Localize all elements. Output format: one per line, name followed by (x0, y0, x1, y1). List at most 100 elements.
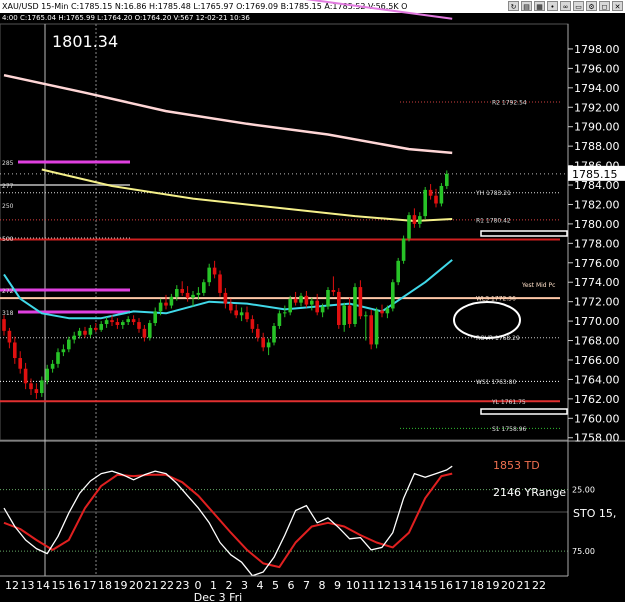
time-tick-label: 8 (319, 579, 326, 592)
time-tick-label: 21 (517, 579, 531, 592)
candle-body (380, 310, 384, 314)
candle-body (83, 330, 87, 335)
candle-body (126, 319, 130, 323)
time-tick-label: 17 (83, 579, 97, 592)
candle-body (239, 312, 244, 316)
stochastic-panel: 25.00 75.00 STO 15, 1853 TD 2146 YRange (0, 459, 616, 577)
candle-body (418, 216, 422, 224)
magenta-sma-line (305, 0, 453, 20)
price-tick-label: 1762.00 (574, 393, 620, 406)
price-tick-label: 1790.00 (574, 121, 620, 134)
time-tick-label: 15 (52, 579, 66, 592)
candle-body (23, 368, 28, 384)
time-tick-label: 16 (67, 579, 81, 592)
candle-body (34, 389, 39, 394)
candle-body (99, 324, 103, 330)
candle-body (266, 342, 271, 348)
td-label: 1853 TD (493, 459, 540, 472)
candle-body (110, 320, 114, 323)
time-tick-label: 16 (439, 579, 453, 592)
candle-body (77, 330, 82, 336)
time-tick-label: 19 (114, 579, 128, 592)
time-tick-label: 7 (303, 579, 310, 592)
candle-body (175, 289, 179, 297)
stoch-label: STO 15, (573, 507, 616, 520)
candle-body (67, 339, 71, 350)
time-tick-label: 10 (346, 579, 360, 592)
price-tick-label: 1776.00 (574, 257, 620, 270)
price-tick-label: 1796.00 (574, 62, 620, 75)
rovr-highlight-circle (453, 301, 521, 339)
candle-body (180, 289, 184, 293)
time-tick-label: 13 (393, 579, 407, 592)
candle-body (142, 328, 147, 338)
candle-body (288, 298, 292, 313)
candle-body (115, 322, 120, 325)
boxed-level-marker (480, 408, 568, 415)
candle-body (18, 358, 22, 369)
price-panel-frame (0, 23, 569, 441)
candle-body (223, 292, 228, 304)
candle-body (428, 189, 433, 196)
candle-body (391, 282, 395, 309)
time-tick-label: 18 (98, 579, 112, 592)
price-tick-label: 1798.00 (574, 43, 620, 56)
time-tick-label: 9 (334, 579, 341, 592)
candle-body (104, 320, 109, 325)
candle-body (401, 238, 406, 261)
time-tick-label: 11 (362, 579, 376, 592)
price-chart[interactable]: R2 1792.54YH 1783.21R1 1780.42WL3 1772.3… (0, 0, 625, 602)
candle-body (234, 310, 238, 316)
candle-body (299, 295, 303, 303)
time-tick-label: 12 (5, 579, 19, 592)
candle-body (131, 319, 136, 323)
candle-body (423, 189, 427, 217)
left-level-label: 500 (2, 236, 14, 243)
candle-body (56, 352, 60, 364)
candle-body (169, 296, 174, 306)
price-tick-label: 1770.00 (574, 315, 620, 328)
left-level-label: 272 (2, 288, 14, 295)
price-tick-label: 1794.00 (574, 82, 620, 95)
candle-body (158, 302, 163, 312)
stoch-tick-label: 75.00 (572, 547, 595, 556)
candle-body (310, 300, 314, 305)
candle-body (45, 368, 49, 381)
candle-body (342, 305, 346, 325)
candle-body (40, 380, 44, 394)
candle-body (277, 313, 282, 326)
yrange-label: 2146 YRange (493, 486, 566, 499)
candle-body (153, 311, 157, 324)
candle-body (396, 260, 400, 283)
price-tick-label: 1760.00 (574, 412, 620, 425)
candle-body (439, 185, 444, 204)
time-tick-label: 23 (176, 579, 190, 592)
time-tick-label: 4 (257, 579, 264, 592)
level-label: R2 1792.54 (492, 100, 527, 107)
time-tick-label: 15 (424, 579, 438, 592)
boxed-level-marker (480, 230, 568, 237)
price-tick-label: 1766.00 (574, 354, 620, 367)
time-tick-label: 22 (532, 579, 546, 592)
candle-body (202, 282, 206, 293)
candle-body (369, 315, 373, 345)
pink-sma-line (3, 73, 453, 155)
price-tick-label: 1774.00 (574, 276, 620, 289)
candle-body (331, 289, 336, 292)
left-level-label: 250 (2, 203, 14, 210)
time-tick-label: 19 (486, 579, 500, 592)
candle-body (121, 322, 125, 325)
level-label: YL 1761.75 (491, 399, 526, 406)
candle-body (374, 310, 379, 345)
time-tick-label: 5 (272, 579, 279, 592)
candle-body (347, 305, 352, 325)
price-tick-label: 1788.00 (574, 140, 620, 153)
candle-body (191, 294, 195, 298)
candle-body (185, 292, 190, 298)
candle-body (434, 195, 438, 204)
candle-body (137, 322, 141, 329)
candle-body (72, 335, 76, 340)
price-tick-label: 1792.00 (574, 101, 620, 114)
level-label: R1 1780.42 (476, 217, 511, 224)
candle-body (412, 215, 417, 224)
